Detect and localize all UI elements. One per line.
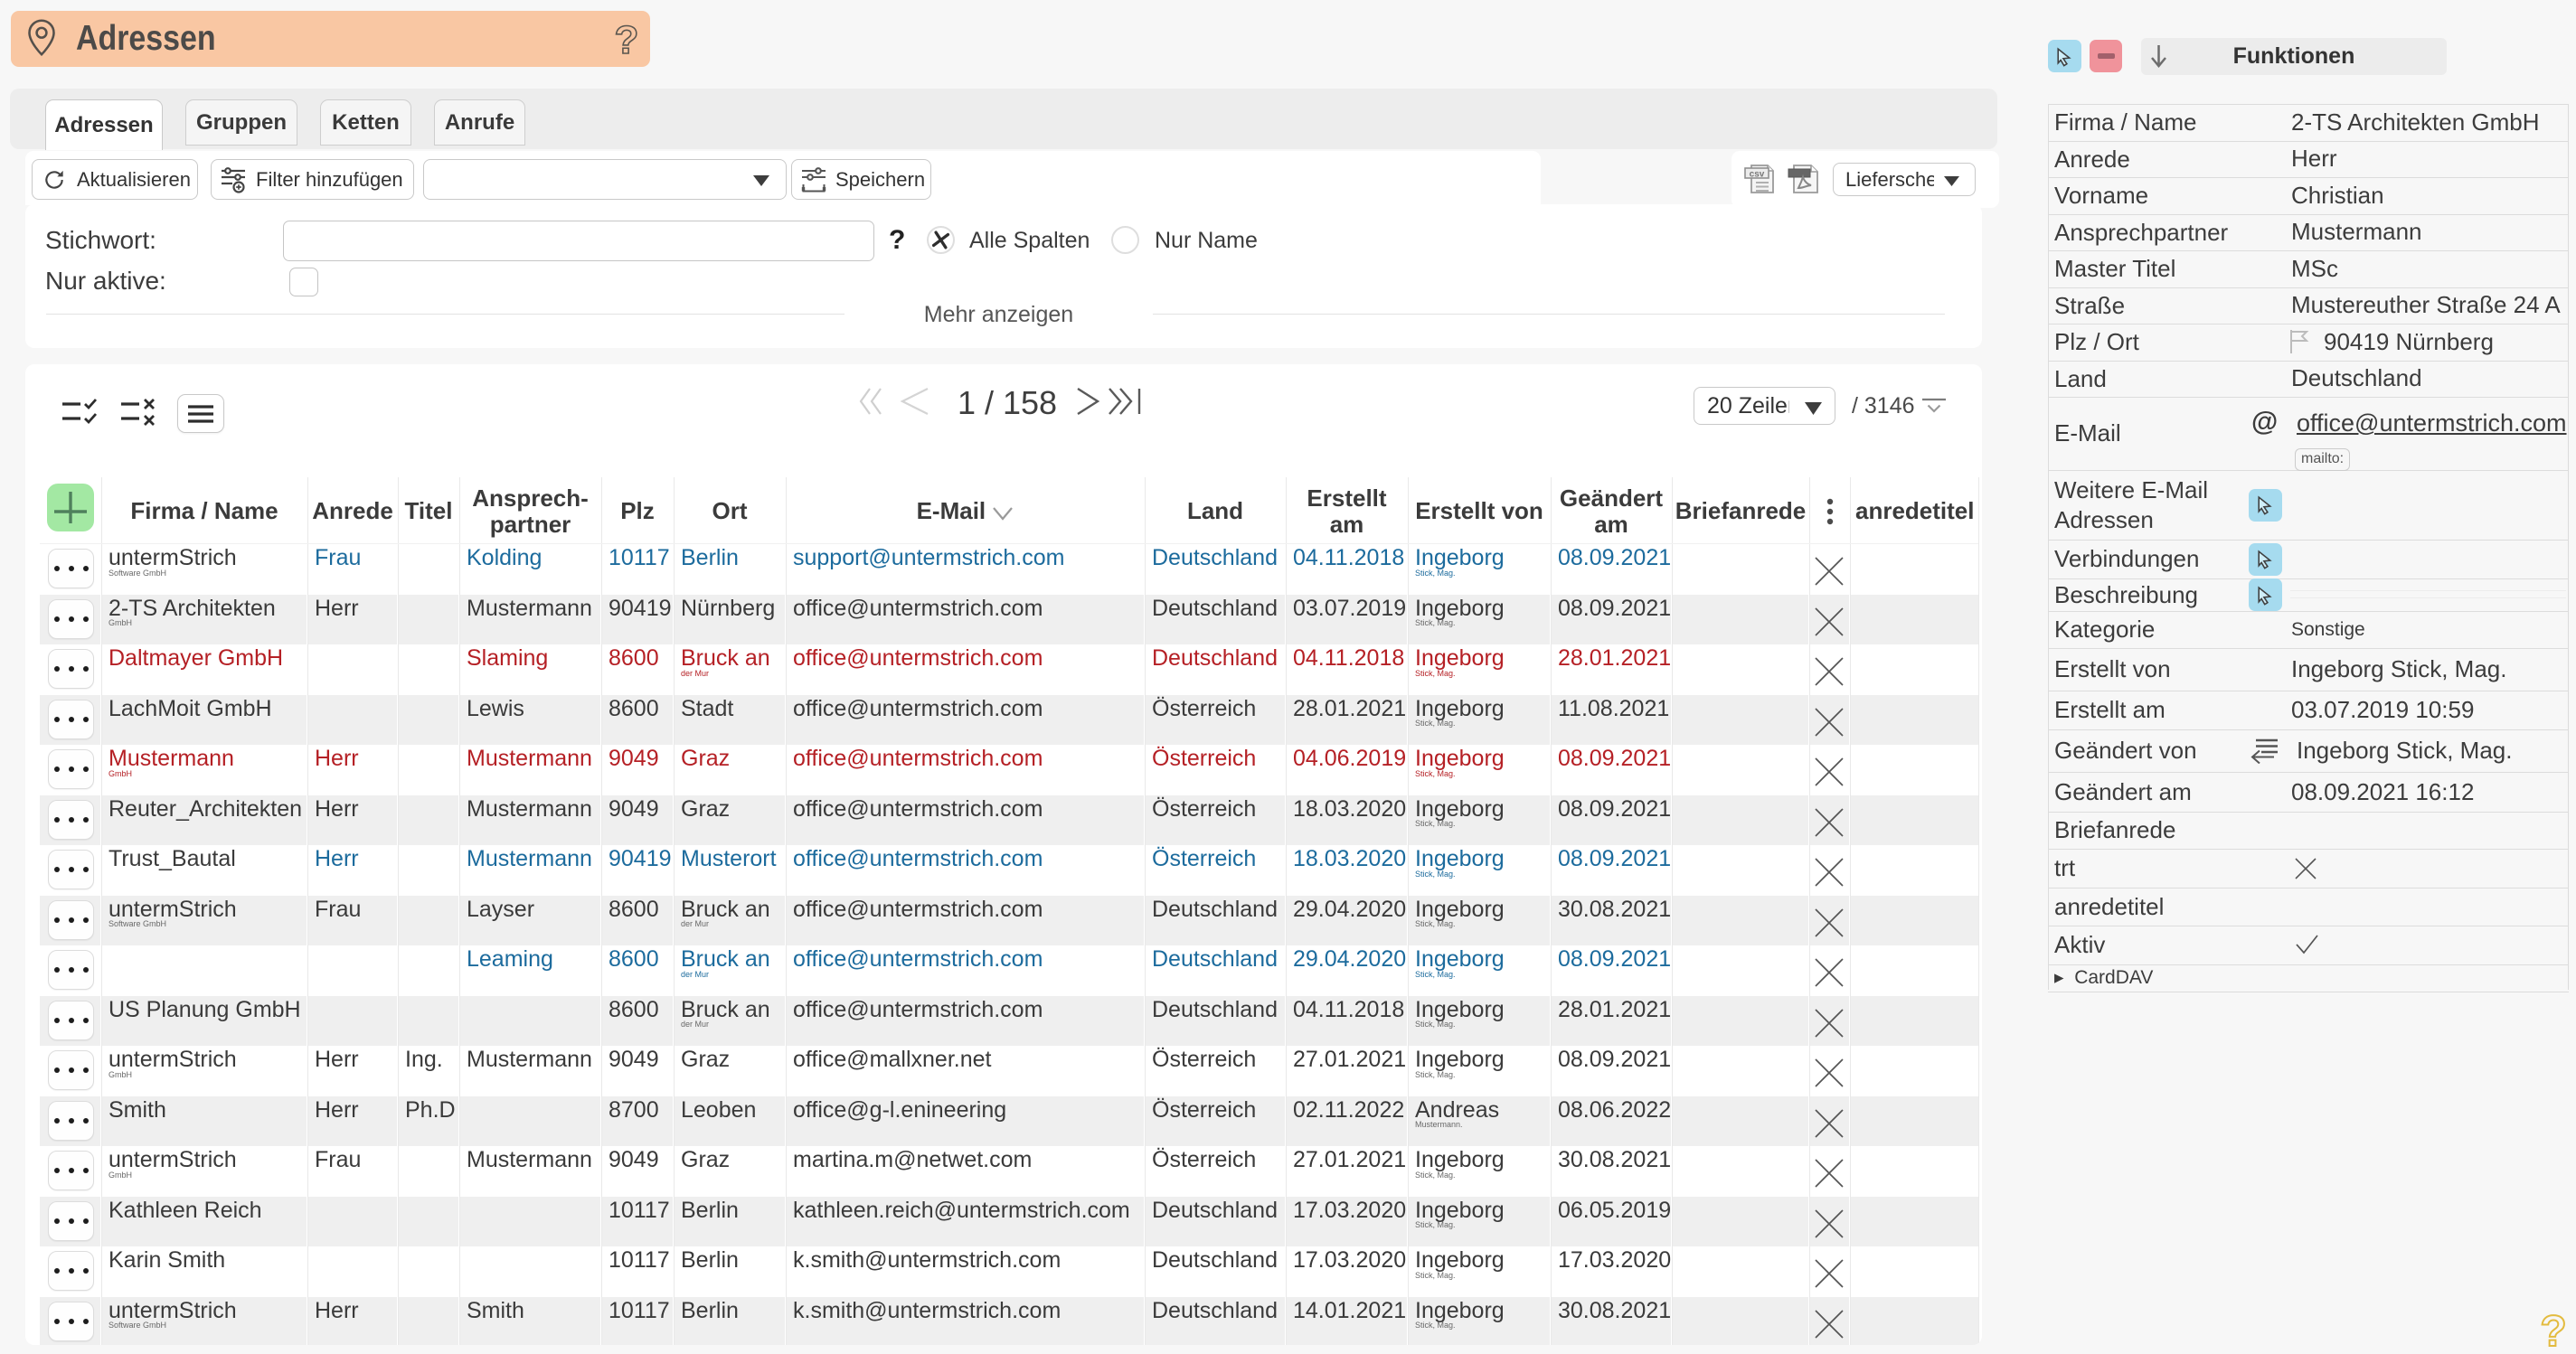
svg-text:?: ? <box>2540 1308 2566 1354</box>
svg-text:?: ? <box>615 18 639 62</box>
svg-text:csv: csv <box>1750 170 1765 180</box>
